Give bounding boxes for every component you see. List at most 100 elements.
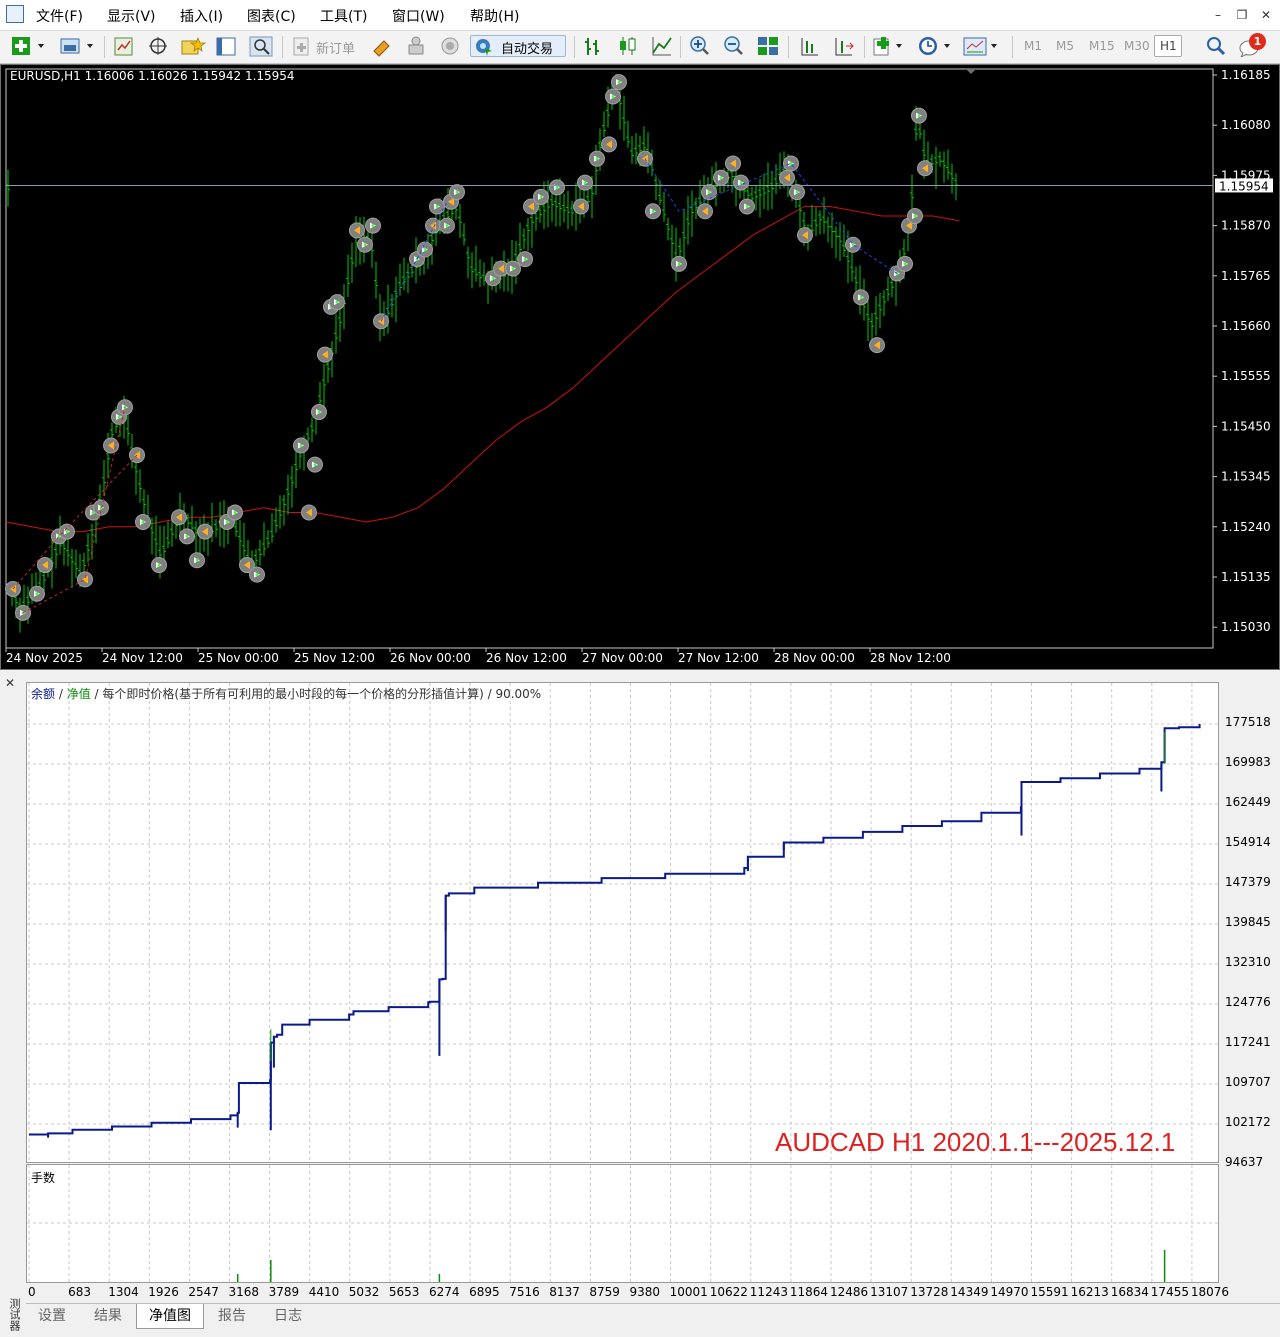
zoom-in-icon[interactable] [688, 35, 712, 57]
equity-x-tick-label: 17455 [1150, 1285, 1189, 1299]
tester-tabs: 设置 结果 净值图 报告 日志 [26, 1303, 1280, 1336]
price-chart-canvas[interactable]: 1.161851.160801.159751.158701.157651.156… [1, 65, 1279, 669]
timeframe-m5[interactable]: M5 [1056, 39, 1074, 53]
new-order-icon[interactable] [290, 35, 312, 57]
equity-y-tick-label: 102172 [1225, 1115, 1271, 1129]
trade-marker [59, 523, 75, 540]
trade-marker [701, 184, 717, 201]
menu-charts[interactable]: 图表(C) [247, 6, 296, 26]
trade-marker [573, 198, 589, 215]
trade-marker [151, 557, 167, 574]
lots-label: 手数 [31, 1171, 56, 1185]
chart-shift-marker [966, 69, 976, 74]
vps-icon[interactable] [438, 35, 462, 57]
tile-windows-icon[interactable] [756, 35, 780, 57]
equity-x-tick-label: 10001 [669, 1285, 708, 1299]
notifications-button[interactable]: 1 [1238, 33, 1272, 57]
x-tick-label: 25 Nov 12:00 [294, 651, 375, 665]
restore-icon[interactable]: ❐ [1232, 6, 1252, 24]
menu-help[interactable]: 帮助(H) [470, 6, 519, 26]
trade-marker [317, 346, 333, 363]
lots-chart: 手数 [26, 1164, 1219, 1283]
trade-marker [357, 236, 373, 253]
trade-marker [249, 566, 265, 583]
trade-marker [189, 552, 205, 569]
equity-y-tick-label: 132310 [1225, 955, 1271, 969]
trade-marker [589, 150, 605, 167]
timeframe-h1-button[interactable]: H1 [1154, 35, 1182, 57]
equity-x-tick-label: 7516 [509, 1285, 540, 1299]
trade-marker [293, 437, 309, 454]
chart-header: EURUSD,H1 1.16006 1.16026 1.15942 1.1595… [10, 69, 295, 83]
terminal-icon[interactable] [214, 35, 238, 57]
legend-equity: 净值 [66, 687, 91, 701]
line-chart-icon[interactable] [650, 35, 674, 57]
trade-marker [897, 255, 913, 272]
notification-badge: 1 [1249, 33, 1266, 50]
equity-y-tick-label: 162449 [1225, 795, 1271, 809]
trade-marker [417, 241, 433, 258]
timeframe-m30[interactable]: M30 [1124, 39, 1150, 53]
bar-chart-icon[interactable] [582, 35, 606, 57]
trade-marker [907, 208, 923, 225]
trade-marker [645, 203, 661, 220]
price-chart[interactable]: 1.16185 1.16080 1.15975 1.15870 1.15765 1.156… [0, 64, 1280, 670]
new-order-button[interactable]: 新订单 [316, 38, 355, 57]
x-tick-label: 28 Nov 12:00 [870, 651, 951, 665]
search-icon[interactable] [1204, 35, 1228, 57]
tab-results[interactable]: 结果 [82, 1304, 134, 1328]
trade-marker [103, 437, 119, 454]
x-tick-label: 24 Nov 2025 [6, 651, 83, 665]
market-watch-icon[interactable] [112, 35, 136, 57]
close-icon[interactable]: ✕ [1256, 6, 1276, 24]
equity-x-tick-label: 5653 [388, 1285, 420, 1299]
menu-file[interactable]: 文件(F) [36, 6, 83, 26]
templates-icon[interactable] [962, 35, 1002, 57]
chart-shift-icon[interactable] [798, 35, 822, 57]
toolbar: 新订单 自动交易 M1 M5 M15 M30 H1 1 [0, 31, 1280, 64]
zoom-out-icon[interactable] [722, 35, 746, 57]
x-tick-label: 24 Nov 12:00 [102, 651, 183, 665]
menu-view[interactable]: 显示(V) [107, 6, 156, 26]
equity-y-tick-label: 117241 [1225, 1035, 1271, 1049]
menu-tools[interactable]: 工具(T) [320, 6, 367, 26]
tester-side-label[interactable]: 测试器 [4, 1298, 22, 1331]
strategy-tester-icon[interactable] [248, 35, 274, 57]
navigator-icon[interactable] [180, 35, 206, 57]
equity-x-tick-label: 13728 [910, 1285, 949, 1299]
autoscroll-icon[interactable] [832, 35, 856, 57]
tab-equity-graph[interactable]: 净值图 [136, 1304, 204, 1329]
timeframe-m15[interactable]: M15 [1089, 39, 1115, 53]
minimize-icon[interactable]: – [1208, 6, 1228, 24]
equity-x-tick-label: 18076 [1190, 1285, 1230, 1299]
indicators-icon[interactable] [872, 35, 908, 57]
equity-x-tick-label: 3789 [268, 1285, 300, 1299]
periods-icon[interactable] [916, 35, 954, 57]
trade-marker [783, 155, 799, 172]
trade-marker [227, 504, 243, 521]
equity-y-tick-label: 139845 [1225, 915, 1271, 929]
tab-report[interactable]: 报告 [206, 1304, 258, 1328]
trade-link-line [644, 158, 898, 274]
equity-x-tick-label: 12486 [830, 1285, 869, 1299]
menu-window[interactable]: 窗口(W) [392, 6, 445, 26]
candlestick-icon[interactable] [616, 35, 640, 57]
signals-icon[interactable] [404, 35, 428, 57]
legend-balance: 余额 [31, 687, 56, 701]
tab-settings[interactable]: 设置 [26, 1304, 78, 1328]
trade-marker [117, 399, 133, 416]
profiles-icon[interactable] [58, 35, 98, 57]
trade-marker [301, 504, 317, 521]
metaeditor-icon[interactable] [370, 35, 394, 57]
tester-close-icon[interactable]: ✕ [5, 676, 15, 690]
equity-x-tick-label: 11243 [749, 1285, 788, 1299]
auto-trading-button[interactable]: 自动交易 [470, 35, 566, 57]
menu-insert[interactable]: 插入(I) [180, 6, 223, 26]
data-window-icon[interactable] [146, 35, 170, 57]
trade-marker [789, 184, 805, 201]
equity-chart-canvas [27, 683, 1218, 1162]
new-chart-icon[interactable] [10, 35, 48, 57]
timeframe-m1[interactable]: M1 [1024, 39, 1042, 53]
app-icon[interactable] [6, 5, 24, 23]
tab-journal[interactable]: 日志 [262, 1304, 314, 1328]
